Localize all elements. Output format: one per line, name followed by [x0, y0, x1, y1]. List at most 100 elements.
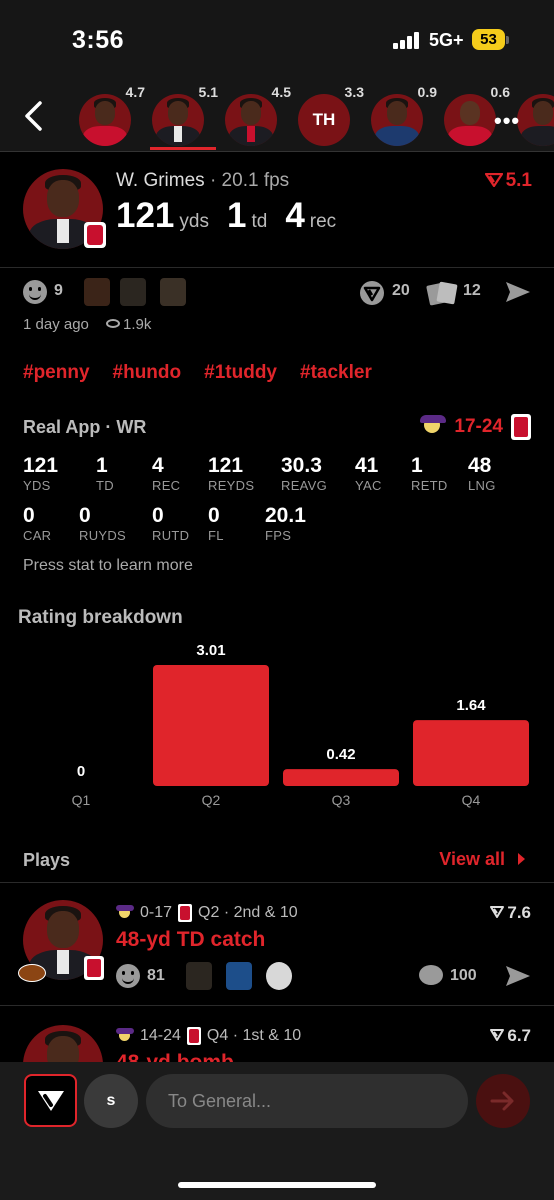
stat-yds[interactable]: 121 YDS [23, 455, 58, 494]
cards-count: 12 [463, 282, 481, 299]
stat-car[interactable]: 0 CAR [23, 505, 51, 544]
play-card[interactable]: 0-17 Q2 · 2nd & 10 7.6 48-yd TD catch 81… [0, 884, 554, 1006]
stat-lng[interactable]: 48 LNG [468, 455, 496, 494]
summary-stat: 4 rec [285, 196, 337, 235]
stat-yac[interactable]: 41 YAC [355, 455, 382, 494]
player-strip: 4.7 5.1 4.5 TH 3.3 0.9 0.6 ••• [0, 78, 554, 152]
plays-header: Plays View all [0, 845, 554, 883]
view-count-value: 1.9k [123, 316, 152, 333]
strip-score: 0.9 [417, 84, 437, 100]
share-send-icon[interactable] [504, 280, 532, 304]
reactor-avatar[interactable] [226, 962, 252, 990]
nc-state-logo-icon [186, 1027, 201, 1045]
player-header: W. Grimes · 20.1 fps 5.1 121 yds 1 td 4 rec [0, 152, 554, 268]
rating-logo-icon [490, 1029, 505, 1041]
stat-rec[interactable]: 4 REC [152, 455, 180, 494]
avatar [371, 94, 423, 146]
reactions-count: 9 [54, 282, 63, 299]
bar-category-label: Q3 [332, 792, 351, 808]
game-score[interactable]: 17-24 [420, 414, 531, 440]
more-icon[interactable]: ••• [494, 108, 520, 134]
avatar [517, 94, 554, 146]
home-indicator [178, 1182, 376, 1188]
play-title: 48-yd TD catch [116, 928, 266, 951]
message-input-bar: s [0, 1062, 554, 1200]
play-reactions-count: 81 [147, 967, 165, 984]
stat-fl[interactable]: 0 FL [208, 505, 224, 544]
post-time: 1 day ago [23, 316, 89, 333]
strip-player-4[interactable]: TH 3.3 [298, 84, 364, 146]
bar-q2 [153, 665, 269, 786]
hashtag[interactable]: #hundo [113, 362, 182, 384]
reactor-avatar[interactable] [160, 278, 186, 306]
stat-rutd[interactable]: 0 RUTD [152, 505, 189, 544]
stat-td[interactable]: 1 TD [96, 455, 114, 494]
stats-section: Real App · WR 17-24 121 YDS 1 TD 4 REC 121 R… [0, 410, 554, 590]
engagement-row: 9 20 12 1 day ago 1.9k [0, 268, 554, 348]
player-summary-stats: 121 yds 1 td 4 rec [116, 196, 336, 236]
battery-cap [506, 36, 509, 44]
stat-reyds[interactable]: 121 REYDS [208, 455, 254, 494]
arrow-right-icon [490, 1091, 514, 1111]
avatar [225, 94, 277, 146]
play-situation: Q4 · 1st & 10 [206, 1027, 302, 1044]
strip-player-5[interactable]: 0.9 [371, 84, 437, 146]
strip-player-3[interactable]: 4.5 [225, 84, 291, 146]
prediction-icon[interactable] [359, 280, 385, 306]
share-send-icon[interactable] [504, 964, 532, 988]
network-label: 5G+ [429, 30, 464, 50]
view-count: 1.9k [106, 316, 151, 333]
strip-player-1[interactable]: 4.7 [79, 84, 145, 146]
view-all-link[interactable]: View all [439, 849, 526, 870]
bar-value-label: 0.42 [326, 746, 355, 763]
reactor-avatar[interactable] [266, 962, 292, 990]
player-name-text: W. Grimes [116, 170, 205, 191]
message-input[interactable] [146, 1074, 468, 1128]
stat-retd[interactable]: 1 RETD [411, 455, 448, 494]
strip-score: 4.5 [271, 84, 291, 100]
reactor-avatar[interactable] [186, 962, 212, 990]
play-meta: 0-17 Q2 · 2nd & 10 [116, 904, 298, 922]
signal-icon [393, 31, 423, 49]
hashtag[interactable]: #penny [23, 362, 90, 384]
play-meta: 14-24 Q4 · 1st & 10 [116, 1027, 301, 1045]
reactor-avatar[interactable] [120, 278, 146, 306]
reactor-avatar[interactable] [84, 278, 110, 306]
hashtag[interactable]: #tackler [300, 362, 372, 384]
team-logo-icon [84, 222, 106, 248]
send-button[interactable] [476, 1074, 530, 1128]
user-avatar[interactable]: s [84, 1074, 138, 1128]
play-card[interactable]: 14-24 Q4 · 1st & 10 6.7 48-yd bomb [0, 1007, 554, 1062]
reaction-smile-icon[interactable] [23, 280, 47, 304]
strip-player-2[interactable]: 5.1 [152, 84, 218, 146]
status-bar: 3:56 5G+ 53 [0, 0, 554, 78]
comment-bubble-icon[interactable] [419, 965, 443, 985]
eye-icon [106, 319, 120, 328]
back-chevron-icon[interactable] [22, 100, 44, 132]
stat-fps[interactable]: 20.1 FPS [265, 505, 306, 544]
cards-icon[interactable] [426, 280, 458, 306]
app-logo-button[interactable] [24, 1074, 77, 1127]
summary-stat: 121 yds [116, 196, 209, 235]
avatar [79, 94, 131, 146]
stats-hint: Press stat to learn more [23, 557, 193, 574]
strip-score: 4.7 [125, 84, 145, 100]
stats-title: Real App · WR [23, 417, 147, 437]
rating-logo-icon [490, 906, 505, 918]
avatar: TH [298, 94, 350, 146]
player-fps: · 20.1 fps [204, 170, 290, 191]
stat-ruyds[interactable]: 0 RUYDS [79, 505, 126, 544]
play-rating-value: 7.6 [507, 903, 531, 922]
hashtag[interactable]: #1tuddy [204, 362, 277, 384]
avatar [444, 94, 496, 146]
avatar [152, 94, 204, 146]
status-time: 3:56 [72, 26, 125, 54]
strip-player-7[interactable] [517, 90, 554, 146]
strip-player-6[interactable]: 0.6 [444, 84, 510, 146]
reaction-smile-icon[interactable] [116, 964, 140, 988]
bar-q3 [283, 769, 399, 786]
stat-reavg[interactable]: 30.3 REAVG [281, 455, 327, 494]
bar-category-label: Q2 [202, 792, 221, 808]
ecu-pirate-logo-icon [116, 1028, 134, 1044]
caret-right-icon [518, 853, 525, 865]
